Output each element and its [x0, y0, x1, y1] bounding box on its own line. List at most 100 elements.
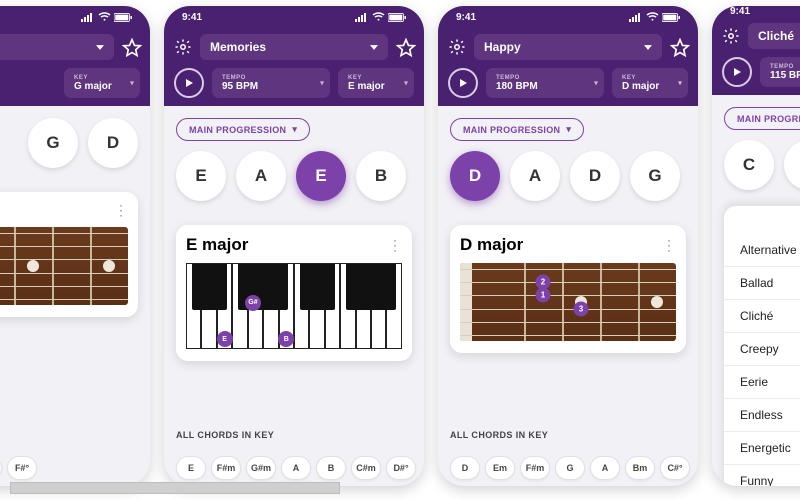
status-bar: 9:41: [712, 6, 800, 17]
key-chord-chip[interactable]: C#m: [351, 456, 381, 480]
finger-marker: 3: [573, 301, 588, 316]
chevron-down-icon: ▾: [566, 124, 571, 135]
key-chord-chip[interactable]: F#m: [211, 456, 241, 480]
star-icon[interactable]: [670, 38, 688, 56]
guitar-fretboard[interactable]: [0, 227, 128, 305]
chevron-down-icon: ▾: [292, 124, 297, 135]
screen-body: GD ⋮ ALL CHORDS IN KEY CDEmF#°: [0, 106, 150, 486]
progression-chord[interactable]: D: [450, 151, 500, 201]
chevron-down-icon: ▾: [594, 79, 598, 88]
progression-chord[interactable]: G: [784, 140, 800, 190]
tempo-value: 180 BPM: [496, 81, 594, 92]
chevron-down-icon: [96, 45, 104, 50]
key-chord-chip[interactable]: A: [590, 456, 620, 480]
signal-icon: [81, 12, 95, 22]
app-header: Cliché TEMPO 115 BPM ▾: [712, 17, 800, 95]
mood-item[interactable]: Endless: [724, 399, 800, 432]
key-chord-chip[interactable]: B: [316, 456, 346, 480]
more-icon[interactable]: ⋮: [662, 237, 676, 254]
wifi-icon: [372, 12, 385, 22]
gear-icon[interactable]: [448, 38, 466, 56]
screen-body: MAIN PROGRESSION ▾ CG Moods AlternativeB…: [712, 95, 800, 486]
key-value: D major: [622, 81, 678, 92]
key-chord-chip[interactable]: D#°: [386, 456, 416, 480]
progression-chord[interactable]: G: [28, 118, 78, 168]
all-chords-row: CDEmF#°: [0, 456, 138, 480]
all-chords-row: DEmF#mGABmC#°: [450, 456, 686, 480]
tempo-selector[interactable]: TEMPO 115 BPM ▾: [760, 57, 800, 87]
screen-body: MAIN PROGRESSION ▾ EAEB E major ⋮ EG#B A…: [164, 106, 424, 486]
all-chords-label: ALL CHORDS IN KEY: [0, 430, 138, 440]
progression-row: GD: [0, 118, 138, 168]
progression-row: CG: [724, 140, 800, 190]
song-title: Happy: [484, 40, 521, 54]
key-chord-chip[interactable]: F#m: [520, 456, 550, 480]
key-chord-chip[interactable]: Em: [485, 456, 515, 480]
more-icon[interactable]: ⋮: [114, 202, 128, 219]
app-header: KEY G major ▾: [0, 28, 150, 106]
main-progression-label: MAIN PROGRESSION: [463, 125, 560, 135]
mood-item[interactable]: Eerie: [724, 366, 800, 399]
progression-chord[interactable]: A: [510, 151, 560, 201]
key-chord-chip[interactable]: Bm: [625, 456, 655, 480]
key-selector[interactable]: KEY D major ▾: [612, 68, 688, 98]
song-title-dropdown[interactable]: Memories: [200, 34, 388, 60]
key-chord-chip[interactable]: Em: [0, 456, 2, 480]
mood-item[interactable]: Creepy: [724, 333, 800, 366]
star-icon[interactable]: [396, 38, 414, 56]
progression-chord[interactable]: C: [724, 140, 774, 190]
play-button[interactable]: [174, 68, 204, 98]
progression-chord[interactable]: E: [296, 151, 346, 201]
chord-diagram-card: D major ⋮ 123: [450, 225, 686, 353]
guitar-fretboard[interactable]: 123: [460, 263, 676, 341]
app-header: Memories TEMPO 95 BPM ▾ KEY E major ▾: [164, 28, 424, 106]
note-marker: G#: [245, 295, 261, 311]
progression-chord[interactable]: G: [630, 151, 680, 201]
more-icon[interactable]: ⋮: [388, 237, 402, 254]
star-icon[interactable]: [122, 38, 140, 56]
phone-screen: 9:41 Memories TEMPO 95 BPM ▾ KEY E major: [164, 6, 424, 486]
play-button[interactable]: [448, 68, 478, 98]
key-chord-chip[interactable]: C#°: [660, 456, 690, 480]
main-progression-button[interactable]: MAIN PROGRESSION ▾: [450, 118, 584, 141]
song-title-dropdown[interactable]: Happy: [474, 34, 662, 60]
chord-name: D major: [460, 235, 523, 255]
progression-row: DADG: [450, 151, 686, 201]
phone-screen: 9:41 Happy TEMPO 180 BPM ▾ KEY D major: [438, 6, 698, 486]
key-chord-chip[interactable]: G#m: [246, 456, 276, 480]
key-chord-chip[interactable]: G: [555, 456, 585, 480]
progression-chord[interactable]: A: [236, 151, 286, 201]
play-button[interactable]: [722, 57, 752, 87]
gear-icon[interactable]: [722, 27, 740, 45]
key-chord-chip[interactable]: A: [281, 456, 311, 480]
song-title-dropdown[interactable]: Cliché: [748, 23, 800, 49]
mood-item[interactable]: Cliché: [724, 300, 800, 333]
main-progression-button[interactable]: MAIN PROGRESSION ▾: [176, 118, 310, 141]
tempo-selector[interactable]: TEMPO 180 BPM ▾: [486, 68, 604, 98]
progression-chord[interactable]: D: [570, 151, 620, 201]
piano-keyboard[interactable]: EG#B: [186, 263, 402, 349]
mood-item[interactable]: Ballad: [724, 267, 800, 300]
progression-chord[interactable]: E: [176, 151, 226, 201]
key-chord-chip[interactable]: F#°: [7, 456, 37, 480]
song-title-dropdown[interactable]: [0, 34, 114, 60]
key-selector[interactable]: KEY E major ▾: [338, 68, 414, 98]
all-chords-row: EF#mG#mABC#mD#°: [176, 456, 412, 480]
mood-item[interactable]: Alternative: [724, 234, 800, 267]
chord-name: E major: [186, 235, 248, 255]
horizontal-scrollbar[interactable]: [10, 482, 340, 494]
signal-icon: [355, 12, 369, 22]
note-marker: E: [217, 331, 233, 347]
gear-icon[interactable]: [174, 38, 192, 56]
key-selector[interactable]: KEY G major ▾: [64, 68, 140, 98]
mood-item[interactable]: Funny: [724, 465, 800, 486]
tempo-selector[interactable]: TEMPO 95 BPM ▾: [212, 68, 330, 98]
main-progression-button[interactable]: MAIN PROGRESSION ▾: [724, 107, 800, 130]
mood-item[interactable]: Energetic: [724, 432, 800, 465]
key-chord-chip[interactable]: D: [450, 456, 480, 480]
progression-chord[interactable]: D: [88, 118, 138, 168]
moods-panel: Moods AlternativeBalladClichéCreepyEerie…: [724, 206, 800, 486]
key-chord-chip[interactable]: E: [176, 456, 206, 480]
signal-icon: [629, 12, 643, 22]
progression-chord[interactable]: B: [356, 151, 406, 201]
